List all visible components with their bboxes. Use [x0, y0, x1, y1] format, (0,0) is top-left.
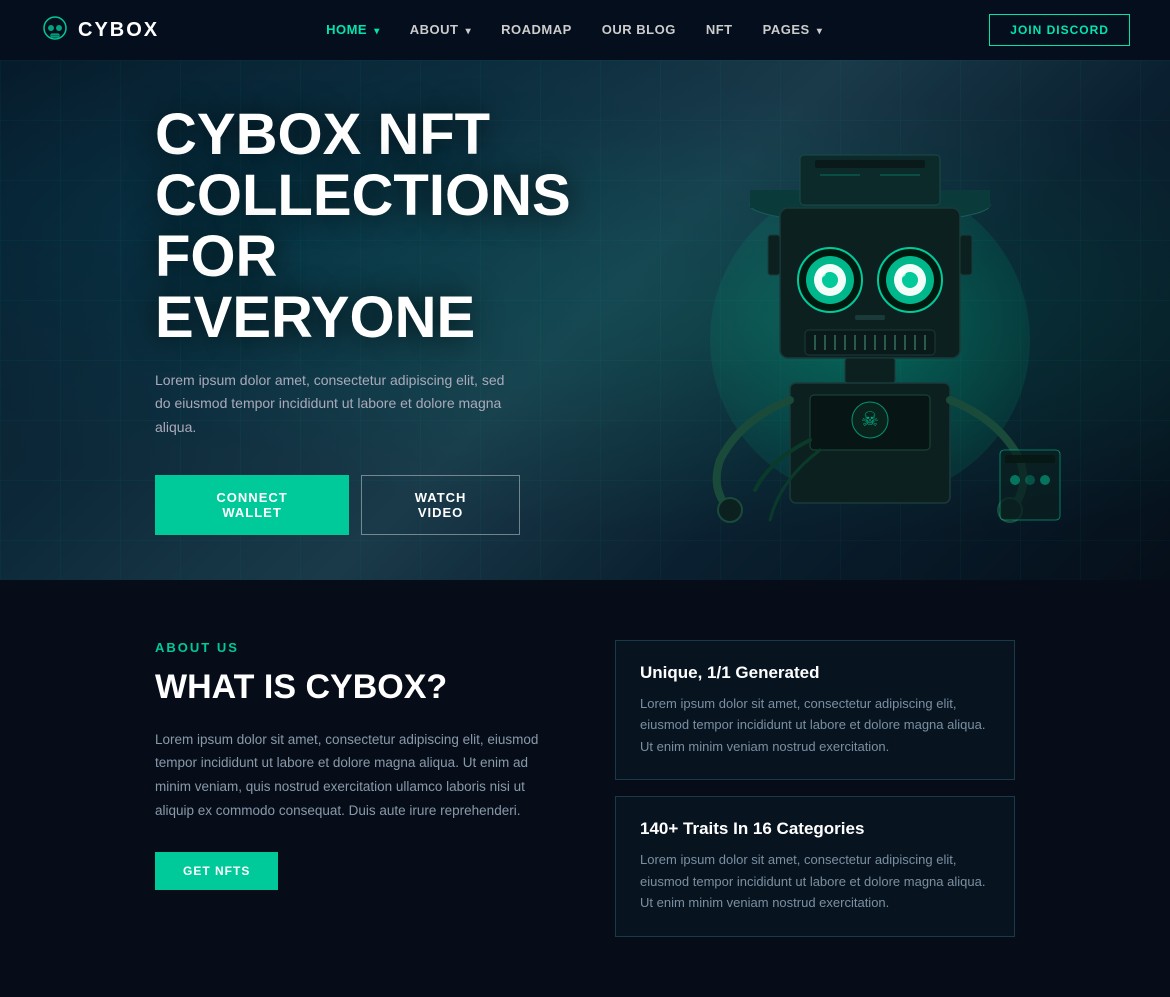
nav-item-home[interactable]: HOME ▾: [326, 21, 380, 39]
navbar: CYBOX HOME ▾ ABOUT ▾ ROADMAP OUR BLOG NF…: [0, 0, 1170, 60]
robot-illustration: ☠: [660, 60, 1080, 580]
hero-content: CYBOX NFT COLLECTIONS FOR EVERYONE Lorem…: [0, 105, 520, 535]
about-features: Unique, 1/1 Generated Lorem ipsum dolor …: [615, 640, 1055, 937]
get-nfts-button[interactable]: GET NFTS: [155, 852, 278, 890]
chevron-down-icon: ▾: [374, 26, 380, 37]
nav-link-pages[interactable]: PAGES ▾: [763, 22, 823, 37]
feature-card-title-0: Unique, 1/1 Generated: [640, 663, 990, 683]
svg-text:☠: ☠: [861, 409, 879, 431]
nav-item-about[interactable]: ABOUT ▾: [410, 21, 471, 39]
robot-svg: ☠: [660, 60, 1080, 580]
nav-link-blog[interactable]: OUR BLOG: [602, 22, 676, 37]
about-description: Lorem ipsum dolor sit amet, consectetur …: [155, 728, 555, 823]
nav-item-blog[interactable]: OUR BLOG: [602, 21, 676, 39]
feature-card-traits: 140+ Traits In 16 Categories Lorem ipsum…: [615, 796, 1015, 936]
feature-card-unique: Unique, 1/1 Generated Lorem ipsum dolor …: [615, 640, 1015, 780]
about-section: ABOUT US WHAT IS CYBOX? Lorem ipsum dolo…: [0, 580, 1170, 997]
logo[interactable]: CYBOX: [40, 15, 159, 45]
chevron-down-icon: ▾: [466, 26, 472, 37]
hero-title: CYBOX NFT COLLECTIONS FOR EVERYONE: [155, 105, 520, 349]
chevron-down-icon: ▾: [817, 26, 823, 37]
about-left-column: ABOUT US WHAT IS CYBOX? Lorem ipsum dolo…: [155, 640, 555, 890]
hero-description: Lorem ipsum dolor amet, consectetur adip…: [155, 369, 520, 440]
nav-item-pages[interactable]: PAGES ▾: [763, 21, 823, 39]
nav-item-nft[interactable]: NFT: [706, 21, 733, 39]
brand-name: CYBOX: [78, 19, 159, 42]
nav-link-about[interactable]: ABOUT ▾: [410, 22, 471, 37]
hero-section: CYBOX NFT COLLECTIONS FOR EVERYONE Lorem…: [0, 60, 1170, 580]
watch-video-button[interactable]: WATCH VIDEO: [361, 475, 520, 535]
hero-robot-image: ☠: [630, 60, 1110, 580]
feature-card-text-0: Lorem ipsum dolor sit amet, consectetur …: [640, 693, 990, 757]
logo-icon: [40, 15, 70, 45]
feature-card-title-1: 140+ Traits In 16 Categories: [640, 819, 990, 839]
hero-buttons: CONNECT WALLET WATCH VIDEO: [155, 475, 520, 535]
about-title: WHAT IS CYBOX?: [155, 667, 555, 708]
nav-link-home[interactable]: HOME ▾: [326, 22, 380, 37]
about-section-label: ABOUT US: [155, 640, 555, 655]
connect-wallet-button[interactable]: CONNECT WALLET: [155, 475, 349, 535]
nav-links: HOME ▾ ABOUT ▾ ROADMAP OUR BLOG NFT PAGE…: [326, 21, 822, 39]
nav-link-nft[interactable]: NFT: [706, 22, 733, 37]
feature-card-text-1: Lorem ipsum dolor sit amet, consectetur …: [640, 849, 990, 913]
nav-link-roadmap[interactable]: ROADMAP: [501, 22, 572, 37]
join-discord-button[interactable]: JOIN DISCORD: [989, 14, 1130, 46]
nav-item-roadmap[interactable]: ROADMAP: [501, 21, 572, 39]
